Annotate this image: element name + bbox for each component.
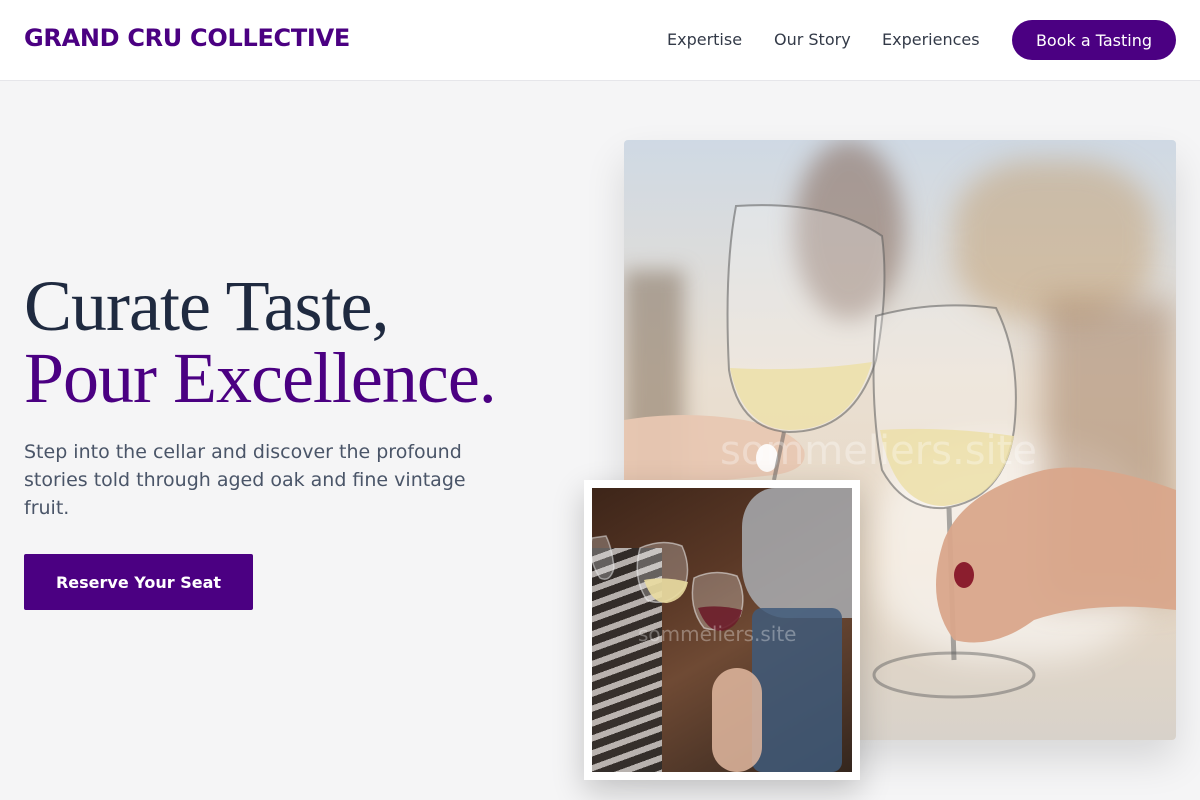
hero-title: Curate Taste, Pour Excellence. bbox=[24, 266, 497, 418]
hero-title-line2: Pour Excellence. bbox=[24, 338, 497, 418]
hero-subtitle: Step into the cellar and discover the pr… bbox=[24, 441, 466, 519]
reserve-seat-button[interactable]: Reserve Your Seat bbox=[24, 554, 253, 610]
book-tasting-button[interactable]: Book a Tasting bbox=[1012, 20, 1176, 60]
inset-photo-frame: sommeliers.site bbox=[584, 480, 860, 780]
nav-link-experiences[interactable]: Experiences bbox=[882, 30, 980, 49]
watermark-main: sommeliers.site bbox=[720, 428, 1037, 474]
top-nav: GRAND CRU COLLECTIVE Expertise Our Story… bbox=[0, 0, 1200, 81]
hero-title-line1: Curate Taste, bbox=[24, 266, 390, 346]
nav-link-our-story[interactable]: Our Story bbox=[774, 30, 851, 49]
logo[interactable]: GRAND CRU COLLECTIVE bbox=[24, 24, 350, 52]
nav-link-expertise[interactable]: Expertise bbox=[667, 30, 742, 49]
watermark-inset: sommeliers.site bbox=[638, 622, 797, 646]
inset-photo-group-toast: sommeliers.site bbox=[592, 488, 852, 772]
